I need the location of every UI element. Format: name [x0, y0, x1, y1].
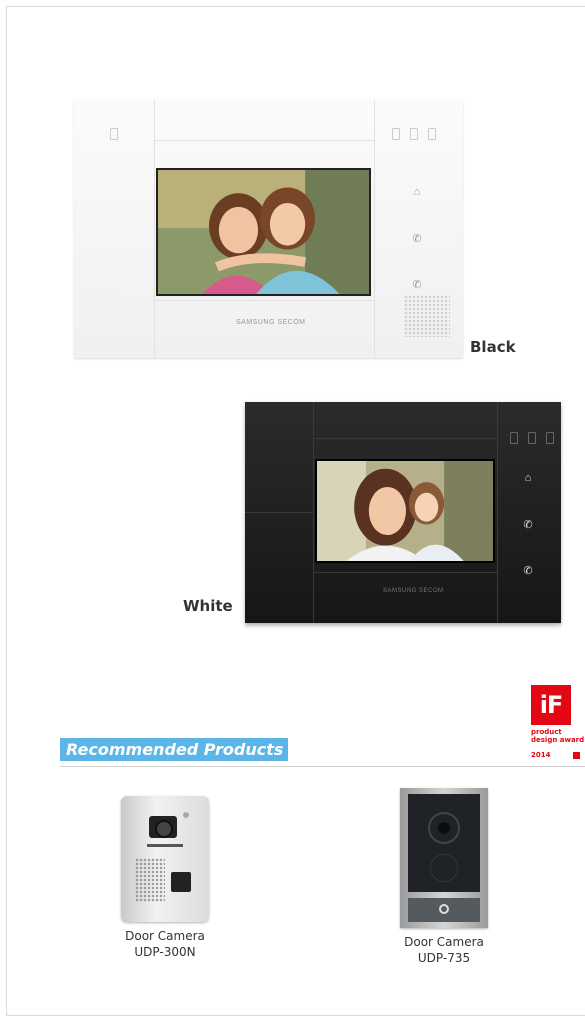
black-monitor-image: ⌂ ✆ ✆ SAMSUNG SECOM [245, 402, 561, 623]
children-photo [158, 170, 369, 294]
if-logo-icon: iF [531, 685, 571, 725]
award-line-2: design award [531, 736, 585, 744]
award-year: 2014 [531, 751, 551, 759]
door-open-icon: ✆ [523, 565, 533, 577]
section-divider [60, 766, 585, 767]
monitor-brand: SAMSUNG SECOM [383, 588, 444, 594]
mother-child-photo [317, 461, 493, 561]
if-design-award-badge: iF product design award [531, 685, 585, 753]
product-udp-300n[interactable]: Door Camera UDP-300N [95, 796, 235, 960]
monitor-screen [156, 168, 371, 296]
product-model[interactable]: UDP-300N [95, 944, 235, 960]
product-model[interactable]: UDP-735 [374, 950, 514, 966]
recommended-products-heading: Recommended Products [60, 738, 288, 761]
speaker-grille [404, 295, 450, 337]
white-monitor-image: ⌂ ✆ ✆ SAMSUNG SECOM [74, 100, 463, 358]
product-name[interactable]: Door Camera [374, 934, 514, 950]
monitor-screen [315, 459, 495, 563]
monitor-reflection [245, 623, 561, 631]
award-square-icon [573, 752, 580, 759]
award-line-1: product [531, 728, 562, 736]
monitor-brand: SAMSUNG SECOM [236, 319, 306, 326]
color-label-black: Black [470, 338, 516, 356]
door-camera-udp-300n-image[interactable] [121, 796, 209, 922]
product-udp-735[interactable]: Door Camera UDP-735 [374, 788, 514, 966]
product-name[interactable]: Door Camera [95, 928, 235, 944]
phone-icon: ✆ [412, 233, 422, 245]
phone-icon: ✆ [523, 519, 533, 531]
color-label-white: White [183, 597, 233, 615]
door-bell-icon: ⌂ [413, 186, 421, 198]
door-bell-icon: ⌂ [524, 472, 532, 484]
door-camera-udp-735-image[interactable] [400, 788, 488, 928]
